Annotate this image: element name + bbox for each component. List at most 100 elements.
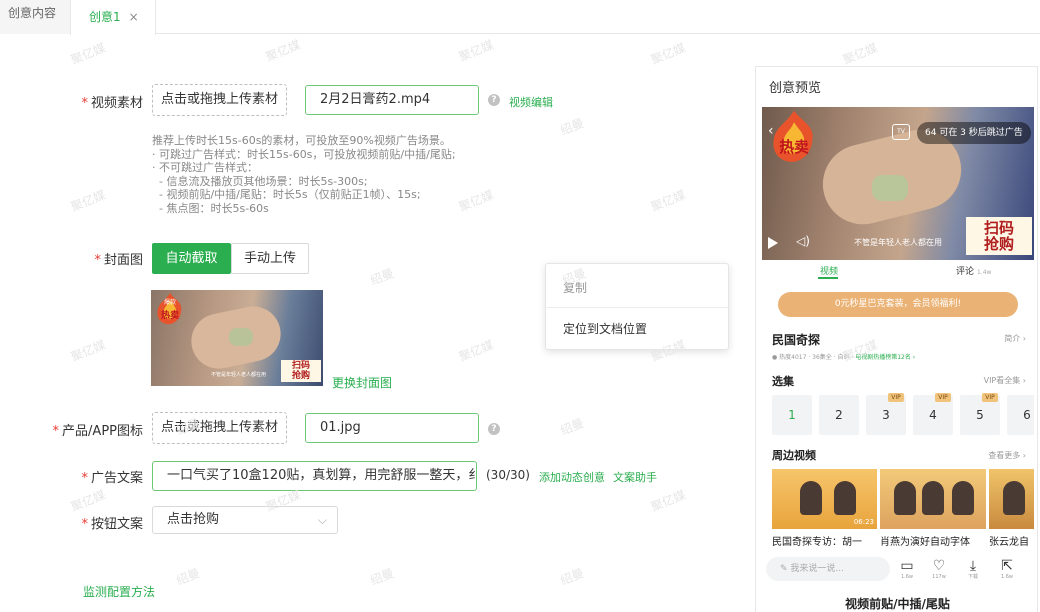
context-menu-divider	[546, 307, 728, 308]
watermark: 绍曼	[558, 565, 586, 588]
context-menu-copy[interactable]: 复制	[563, 279, 587, 296]
video-subtitle: 不管是年轻人老人都在用	[854, 238, 942, 247]
icon-upload-button[interactable]: 点击或拖拽上传素材	[152, 412, 287, 444]
watermark: 聚亿媒	[456, 187, 496, 215]
download-icon[interactable]: ⤓ 下载	[960, 559, 986, 581]
product-icon-label: * 产品/APP图标	[40, 420, 143, 439]
video-patch-shape	[872, 175, 908, 201]
button-text-label: * 按钮文案	[60, 513, 143, 532]
copywriting-assistant-link[interactable]: 文案助手	[613, 469, 657, 485]
comment-count: 1.6w	[900, 574, 914, 580]
tv-cast-icon[interactable]: TV	[892, 124, 910, 140]
monitor-config-link[interactable]: 监测配置方法	[83, 583, 155, 600]
cover-manual-button[interactable]: 手动上传	[231, 243, 309, 274]
skip-ad-tag[interactable]: 64 可在 3 秒后跳过广告	[917, 122, 1031, 144]
change-cover-link[interactable]: 更换封面图	[332, 374, 392, 391]
tab-video[interactable]: 视频	[820, 264, 838, 277]
episode-number: 6	[1023, 408, 1031, 422]
watermark: 绍曼	[558, 115, 586, 138]
button-text-value: 点击抢购	[167, 512, 220, 527]
required-mark: *	[81, 96, 88, 111]
nearby-more-link[interactable]: 查看更多 ›	[988, 450, 1026, 461]
button-text-select[interactable]: 点击抢购 ⌵	[152, 506, 338, 534]
ad-text-counter: (30/30)	[486, 468, 530, 482]
episode-item[interactable]: 1	[772, 395, 812, 435]
add-dynamic-creative-link[interactable]: 添加动态创意	[539, 469, 605, 485]
nearby-thumbnail[interactable]: 06:23	[772, 469, 877, 529]
episodes-title: 选集	[772, 375, 794, 388]
preview-video[interactable]: 热卖 ‹ TV 64 可在 3 秒后跳过广告 不管是年轻人老人都在用 扫码 抢购…	[762, 107, 1034, 260]
episode-item[interactable]: 3 VIP	[866, 393, 906, 435]
show-title: 民国奇探	[772, 333, 821, 347]
tab-video-underline	[818, 277, 838, 279]
show-meta-b[interactable]: 电视剧热播榜第12名 ›	[855, 354, 915, 361]
thumb-subtitle: 不管是年轻人老人都在用	[211, 372, 267, 378]
watermark: 聚亿媒	[68, 40, 108, 68]
video-scan-badge: 扫码 抢购	[966, 217, 1032, 255]
nearby-videos-title: 周边视频	[772, 449, 816, 462]
tab-creative-content-label: 创意内容	[8, 6, 57, 20]
video-badge-hot: 热卖	[779, 138, 809, 156]
ad-text-label-text: 广告文案	[90, 471, 143, 486]
cover-label: * 封面图	[60, 249, 143, 268]
comment-icon-glyph: ▭	[900, 558, 914, 574]
thumb-scan-badge: 扫码 抢购	[281, 360, 321, 382]
creative-preview-panel: 创意预览 热卖 ‹ TV 64 可在 3 秒后跳过广告 不管是年轻人老人都在用 …	[755, 66, 1038, 612]
product-icon-label-text: 产品/APP图标	[62, 424, 143, 439]
nearby-thumbnail[interactable]	[989, 469, 1034, 529]
cover-auto-button[interactable]: 自动截取	[152, 243, 231, 274]
watermark: 绍曼	[368, 565, 396, 588]
ad-text-label: * 广告文案	[60, 467, 143, 486]
button-text-label-text: 按钮文案	[90, 517, 143, 532]
share-icon[interactable]: ⇱ 1.6w	[994, 559, 1020, 581]
watermark: 聚亿媒	[263, 37, 303, 65]
episode-item[interactable]: 4 VIP	[913, 393, 953, 435]
episode-number: 4	[929, 408, 937, 422]
episode-item[interactable]: 5 VIP	[960, 393, 1000, 435]
person-shape	[800, 481, 822, 515]
thumb-badge-top: 爆款	[164, 298, 176, 306]
video-edit-link[interactable]: 视频编辑	[509, 94, 553, 110]
like-count: 117w	[932, 574, 946, 580]
icon-filename-field[interactable]: 01.jpg	[305, 413, 479, 443]
video-material-label-text: 视频素材	[90, 96, 143, 111]
video-upload-button[interactable]: 点击或拖拽上传素材	[152, 84, 287, 116]
tab-creative-content[interactable]: 创意内容	[0, 0, 70, 34]
ad-text-input[interactable]: 一口气买了10盒120贴，真划算，用完舒服一整天，纟	[152, 461, 477, 491]
episode-item[interactable]: 6	[1007, 395, 1034, 435]
video-hint-text: 推荐上传时长15s-60s的素材，可投放至90%视频广告场景。 · 可跳过广告样…	[152, 134, 456, 215]
nearby-caption: 民国奇探专访：胡一	[772, 537, 862, 548]
context-menu-locate[interactable]: 定位到文档位置	[563, 320, 647, 337]
close-icon[interactable]: ×	[129, 10, 139, 24]
tab-bar: 创意内容 创意1 ×	[0, 0, 1040, 35]
phone-preview: 热卖 ‹ TV 64 可在 3 秒后跳过广告 不管是年轻人老人都在用 扫码 抢购…	[762, 107, 1034, 612]
comment-icon[interactable]: ▭ 1.6w	[894, 559, 920, 581]
video-material-label: * 视频素材	[60, 92, 143, 111]
back-icon[interactable]: ‹	[768, 123, 774, 139]
watermark: 聚亿媒	[840, 40, 880, 68]
tab-creative-1[interactable]: 创意1 ×	[70, 0, 156, 35]
page: 创意内容 创意1 × * 视频素材 点击或拖拽上传素材 2月2日膏药2.mp4 ? …	[0, 0, 1040, 612]
episode-item[interactable]: 2	[819, 395, 859, 435]
vip-banner[interactable]: 0元秒星巴克套装，会员领福利!	[778, 292, 1018, 317]
show-intro-link[interactable]: 简介 ›	[1004, 333, 1026, 344]
share-icon-glyph: ⇱	[1001, 558, 1013, 574]
like-icon[interactable]: ♡ 117w	[926, 559, 952, 581]
help-icon[interactable]: ?	[488, 423, 500, 435]
like-icon-glyph: ♡	[932, 558, 946, 574]
nearby-caption: 张云龙自	[989, 537, 1029, 548]
required-mark: *	[52, 424, 60, 439]
episodes-more-link[interactable]: VIP看全集 ›	[984, 375, 1026, 386]
video-filename-field[interactable]: 2月2日膏药2.mp4	[305, 85, 479, 115]
watermark: 聚亿媒	[456, 337, 496, 365]
person-shape	[834, 481, 856, 515]
help-icon[interactable]: ?	[488, 94, 500, 106]
comment-input[interactable]: ✎ 我来说一说...	[766, 557, 890, 581]
cover-thumbnail: 爆款 热卖 不管是年轻人老人都在用 扫码 抢购	[151, 290, 323, 386]
play-icon[interactable]	[768, 237, 778, 249]
volume-icon[interactable]: ◁)	[796, 234, 810, 248]
tab-comment[interactable]: 评论 1.4w	[956, 264, 991, 277]
person-shape	[1003, 481, 1025, 515]
person-shape	[952, 481, 974, 515]
nearby-thumbnail[interactable]	[880, 469, 986, 529]
